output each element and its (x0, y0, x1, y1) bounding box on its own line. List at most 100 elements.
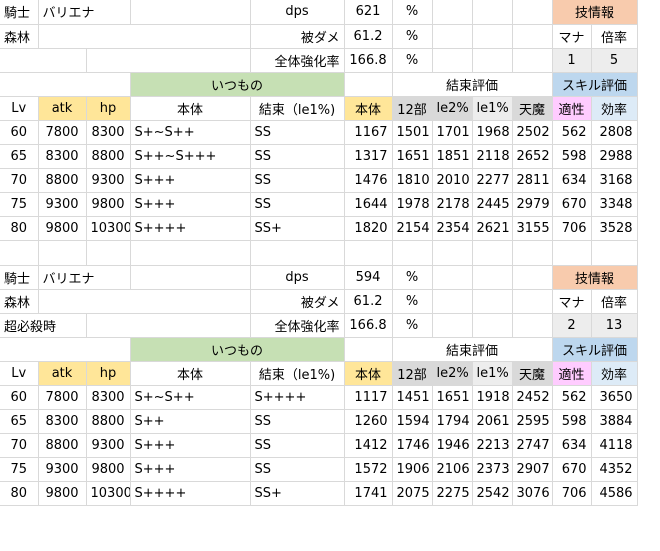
data-cell[interactable]: 9300 (38, 457, 87, 482)
data-cell[interactable]: S++++ (250, 385, 345, 410)
data-cell[interactable]: 1412 (344, 433, 393, 458)
column-header[interactable]: 天魔 (512, 361, 553, 386)
data-cell[interactable]: 2747 (512, 433, 553, 458)
data-cell[interactable]: 2106 (432, 457, 473, 482)
empty-cell[interactable] (86, 313, 251, 338)
pct-unit[interactable]: % (392, 265, 433, 290)
data-cell[interactable]: S+++ (130, 168, 251, 193)
column-header[interactable]: hp (86, 96, 131, 121)
mult-label[interactable]: 倍率 (591, 24, 638, 49)
empty-cell[interactable] (130, 240, 251, 266)
mana-value[interactable]: 1 (552, 48, 592, 73)
column-header[interactable]: 効率 (591, 361, 638, 386)
empty-cell[interactable] (344, 72, 393, 97)
data-cell[interactable]: 3650 (591, 385, 638, 410)
data-cell[interactable]: SS (250, 168, 345, 193)
dps-value[interactable]: 621 (344, 0, 393, 25)
column-header[interactable]: 適性 (552, 361, 592, 386)
data-cell[interactable]: 8800 (86, 144, 131, 169)
hit-value[interactable]: 61.2 (344, 24, 393, 49)
data-cell[interactable]: 706 (552, 481, 592, 506)
data-cell[interactable]: 8800 (38, 433, 87, 458)
column-header[interactable]: le1% (472, 96, 513, 121)
dps-label[interactable]: dps (250, 0, 345, 25)
data-cell[interactable]: 598 (552, 144, 592, 169)
column-header[interactable]: 結束（le1%) (250, 96, 345, 121)
pct-unit[interactable]: % (392, 48, 433, 73)
data-cell[interactable]: 2277 (472, 168, 513, 193)
data-cell[interactable]: 1820 (344, 216, 393, 241)
empty-cell[interactable] (432, 0, 473, 25)
mult-value[interactable]: 13 (591, 313, 638, 338)
name-cell[interactable]: バリエナ (38, 265, 131, 290)
data-cell[interactable]: 2988 (591, 144, 638, 169)
empty-cell[interactable] (472, 265, 513, 290)
boost-label[interactable]: 全体強化率 (250, 48, 345, 73)
empty-cell[interactable] (38, 24, 251, 49)
skillinfo-header[interactable]: 技情報 (552, 265, 638, 290)
empty-cell[interactable] (472, 313, 513, 338)
column-header[interactable]: 天魔 (512, 96, 553, 121)
empty-cell[interactable] (472, 289, 513, 314)
empty-cell[interactable] (38, 240, 87, 266)
data-cell[interactable]: 7800 (38, 120, 87, 145)
empty-cell[interactable] (432, 313, 473, 338)
data-cell[interactable]: 2907 (512, 457, 553, 482)
data-cell[interactable]: 80 (0, 481, 39, 506)
data-cell[interactable]: 1651 (432, 385, 473, 410)
name-cell[interactable]: バリエナ (38, 0, 131, 25)
data-cell[interactable]: 8800 (38, 168, 87, 193)
empty-cell[interactable] (86, 48, 251, 73)
dps-label[interactable]: dps (250, 265, 345, 290)
data-cell[interactable]: 1572 (344, 457, 393, 482)
data-cell[interactable]: 598 (552, 409, 592, 434)
column-header[interactable]: atk (38, 96, 87, 121)
data-cell[interactable]: 75 (0, 457, 39, 482)
column-header[interactable]: 適性 (552, 96, 592, 121)
column-header[interactable]: atk (38, 361, 87, 386)
data-cell[interactable]: 634 (552, 168, 592, 193)
data-cell[interactable]: 8300 (86, 120, 131, 145)
data-cell[interactable]: SS (250, 144, 345, 169)
column-header[interactable]: 本体 (344, 361, 393, 386)
data-cell[interactable]: 1746 (392, 433, 433, 458)
data-cell[interactable]: 8300 (38, 409, 87, 434)
data-cell[interactable]: 1978 (392, 192, 433, 217)
data-cell[interactable]: 2154 (392, 216, 433, 241)
group-skill[interactable]: スキル評価 (552, 72, 638, 97)
empty-cell[interactable] (472, 24, 513, 49)
dps-value[interactable]: 594 (344, 265, 393, 290)
column-header[interactable]: 本体 (130, 96, 251, 121)
data-cell[interactable]: 1501 (392, 120, 433, 145)
mana-value[interactable]: 2 (552, 313, 592, 338)
column-header[interactable]: le2% (432, 96, 473, 121)
data-cell[interactable]: 562 (552, 120, 592, 145)
data-cell[interactable]: 2075 (392, 481, 433, 506)
empty-cell[interactable] (512, 289, 553, 314)
data-cell[interactable]: SS (250, 120, 345, 145)
data-cell[interactable]: 2811 (512, 168, 553, 193)
data-cell[interactable]: 3076 (512, 481, 553, 506)
data-cell[interactable]: 1117 (344, 385, 393, 410)
data-cell[interactable]: 10300 (86, 216, 131, 241)
mult-label[interactable]: 倍率 (591, 289, 638, 314)
data-cell[interactable]: S++++ (130, 216, 251, 241)
data-cell[interactable]: 1918 (472, 385, 513, 410)
data-cell[interactable]: 562 (552, 385, 592, 410)
data-cell[interactable]: 2452 (512, 385, 553, 410)
data-cell[interactable]: 1794 (432, 409, 473, 434)
column-header[interactable]: le2% (432, 361, 473, 386)
data-cell[interactable]: 670 (552, 457, 592, 482)
empty-cell[interactable] (591, 240, 638, 266)
empty-cell[interactable] (250, 240, 345, 266)
empty-cell[interactable] (512, 0, 553, 25)
skillinfo-header[interactable]: 技情報 (552, 0, 638, 25)
mana-label[interactable]: マナ (552, 289, 592, 314)
data-cell[interactable]: 3348 (591, 192, 638, 217)
empty-cell[interactable] (432, 24, 473, 49)
data-cell[interactable]: 65 (0, 409, 39, 434)
data-cell[interactable]: 9300 (38, 192, 87, 217)
data-cell[interactable]: 1851 (432, 144, 473, 169)
data-cell[interactable]: S+++ (130, 433, 251, 458)
data-cell[interactable]: 706 (552, 216, 592, 241)
